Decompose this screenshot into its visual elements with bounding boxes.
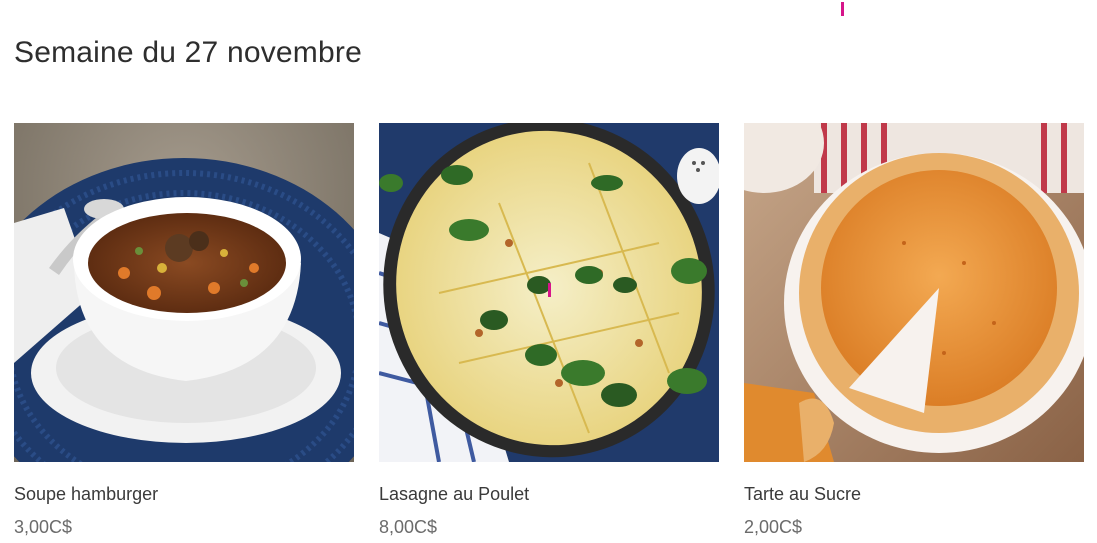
sugar-pie-image [744,123,1084,462]
product-card[interactable]: Tarte au Sucre 2,00C$ [744,123,1084,537]
product-name[interactable]: Soupe hamburger [14,484,158,505]
soup-bowl-image [14,123,354,462]
product-price: 3,00C$ [14,517,73,537]
product-image-link[interactable] [14,123,354,462]
product-image-link[interactable] [744,123,1084,462]
product-name[interactable]: Tarte au Sucre [744,484,861,505]
product-card[interactable]: Soupe hamburger 3,00C$ [14,123,354,537]
accent-marker [841,2,844,16]
product-price: 2,00C$ [744,517,803,537]
accent-marker [548,283,551,297]
product-name[interactable]: Lasagne au Poulet [379,484,529,505]
section-title: Semaine du 27 novembre [14,36,362,69]
product-price: 8,00C$ [379,517,438,537]
